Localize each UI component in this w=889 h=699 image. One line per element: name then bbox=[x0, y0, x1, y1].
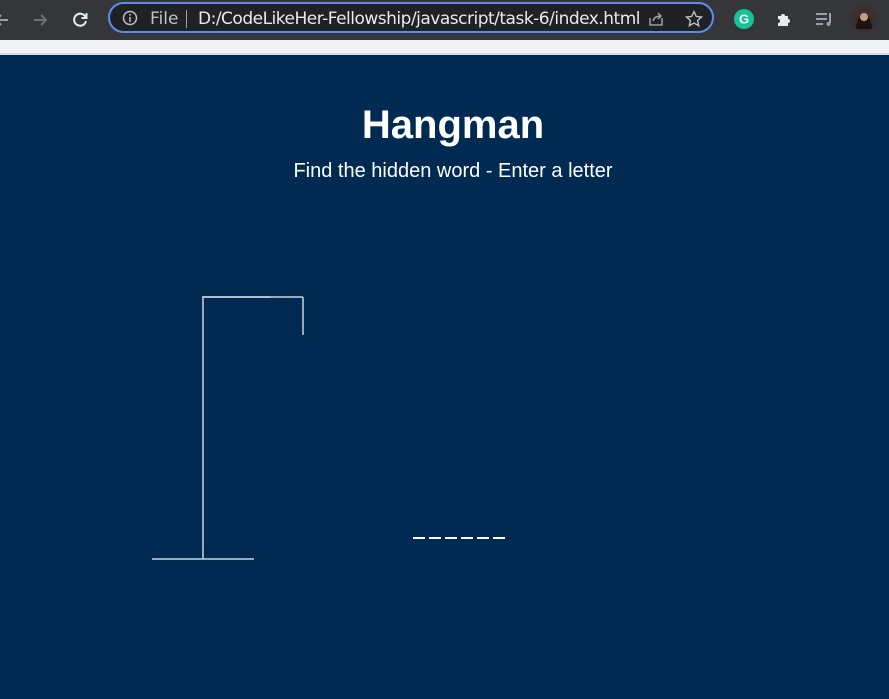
media-queue-icon[interactable] bbox=[813, 8, 835, 30]
star-icon[interactable] bbox=[684, 9, 704, 29]
gallows-rope bbox=[202, 296, 304, 335]
hidden-word bbox=[413, 537, 505, 539]
page-subtitle: Find the hidden word - Enter a letter bbox=[293, 160, 613, 182]
address-bar[interactable]: File D:/CodeLikeHer-Fellowship/javascrip… bbox=[108, 2, 714, 33]
svg-text:G: G bbox=[739, 12, 749, 27]
grammarly-icon[interactable]: G bbox=[733, 8, 755, 30]
arrow-left-icon bbox=[0, 14, 8, 26]
letter-blank bbox=[429, 537, 441, 539]
reload-button[interactable] bbox=[66, 6, 94, 34]
letter-blank bbox=[461, 537, 473, 539]
divider bbox=[186, 10, 187, 28]
letter-blank bbox=[477, 537, 489, 539]
forward-button[interactable] bbox=[26, 6, 54, 34]
profile-avatar[interactable] bbox=[850, 5, 878, 33]
url-text[interactable]: D:/CodeLikeHer-Fellowship/javascript/tas… bbox=[198, 9, 641, 29]
letter-blank bbox=[493, 537, 505, 539]
bookmarks-strip bbox=[0, 40, 889, 53]
page-content: Hangman Find the hidden word - Enter a l… bbox=[0, 55, 889, 699]
info-icon[interactable] bbox=[122, 10, 138, 26]
letter-blank bbox=[445, 537, 457, 539]
arrow-right-icon bbox=[34, 14, 48, 26]
back-button[interactable] bbox=[0, 6, 16, 34]
letter-blank bbox=[413, 537, 425, 539]
page-title: Hangman bbox=[361, 103, 545, 147]
share-icon[interactable] bbox=[646, 9, 666, 29]
extensions-puzzle-icon[interactable] bbox=[774, 8, 796, 30]
reload-icon bbox=[73, 12, 88, 27]
browser-toolbar: File D:/CodeLikeHer-Fellowship/javascrip… bbox=[0, 0, 889, 40]
file-label: File bbox=[150, 9, 179, 29]
